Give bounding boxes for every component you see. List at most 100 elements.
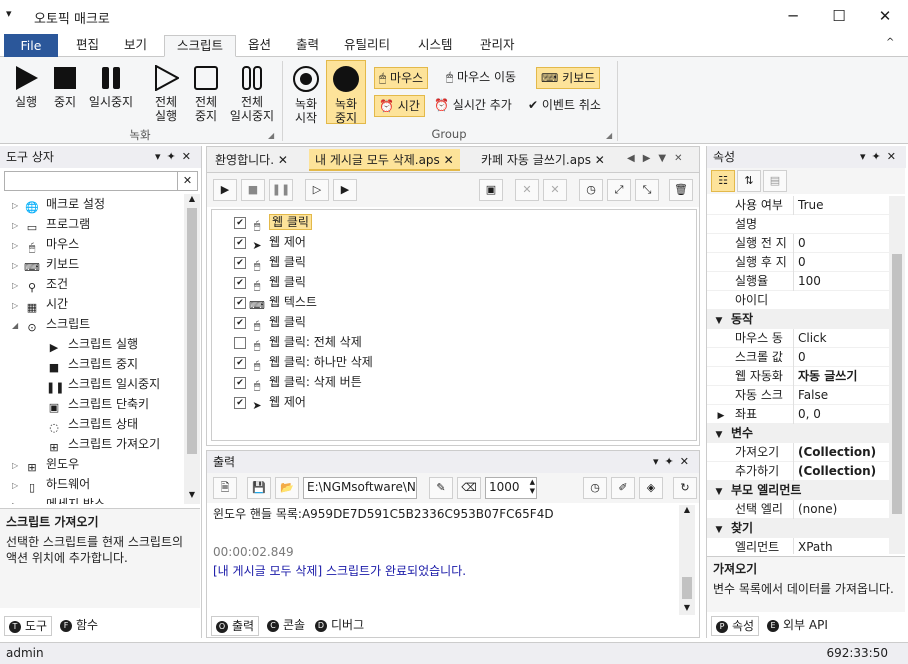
tab-output[interactable]: 출력 xyxy=(284,35,331,57)
property-value[interactable]: 100 xyxy=(793,272,821,291)
group-launcher-icon[interactable]: ◢ xyxy=(268,131,274,140)
tree-item[interactable]: ▷ 🌐 매크로 설정 xyxy=(0,194,184,214)
expand-icon[interactable]: ⤢ xyxy=(607,179,631,201)
expand-arrow-icon[interactable]: ▷ xyxy=(12,196,24,216)
property-value[interactable]: Click xyxy=(793,329,827,348)
step-checkbox[interactable] xyxy=(234,336,246,349)
expand-arrow-icon[interactable]: ▷ xyxy=(12,456,24,476)
tree-item[interactable]: ▣ 스크립트 단축키 xyxy=(0,394,184,414)
step-checkbox[interactable]: ✔ xyxy=(234,316,246,329)
property-row[interactable]: 선택 엘리 (none) xyxy=(707,500,889,519)
output-scroll-thumb[interactable] xyxy=(682,577,692,599)
property-row[interactable]: 실행율 100 xyxy=(707,272,889,291)
tree-item[interactable]: ◢ ⊙ 스크립트 xyxy=(0,314,184,334)
tree-item[interactable]: ▷ ⊞ 윈도우 xyxy=(0,454,184,474)
script-step[interactable]: ✔ 🖱 웹 클릭 xyxy=(234,212,696,232)
tree-item[interactable]: ▷ 🖱 마우스 xyxy=(0,234,184,254)
close-tab-icon[interactable]: ✕ xyxy=(444,153,454,167)
keyboard-record-toggle[interactable]: ⌨ 키보드 xyxy=(536,67,601,89)
property-row[interactable]: 실행 후 지 0 xyxy=(707,253,889,272)
panel-controls[interactable]: ▾✦✕ xyxy=(653,451,695,473)
expand-arrow-icon[interactable]: ▷ xyxy=(12,296,24,316)
tree-item[interactable]: ▷▭ 메세지 박스 xyxy=(0,494,184,504)
property-row[interactable]: 마우스 동 Click xyxy=(707,329,889,348)
pause-icon[interactable]: ❚❚ xyxy=(269,179,293,201)
property-value[interactable]: (Collection) xyxy=(793,462,876,481)
property-category[interactable]: ▼ 찾기 xyxy=(707,519,889,538)
expand-arrow-icon[interactable]: ▷ xyxy=(12,236,24,256)
close-tab-icon[interactable]: ✕ xyxy=(595,153,605,167)
ribbon-collapse-button[interactable]: ^ xyxy=(886,37,894,48)
sort-alpha-icon[interactable]: ⇅ xyxy=(737,170,761,192)
delete-all-box-icon[interactable]: ✕ xyxy=(543,179,567,201)
output-path-input[interactable]: E:\NGMsoftware\NG xyxy=(303,477,417,499)
timer-icon[interactable]: ◷ xyxy=(579,179,603,201)
expand-chevron-icon[interactable]: ▶ xyxy=(707,407,735,426)
stop-button[interactable]: 중지 xyxy=(46,65,84,109)
play-icon[interactable]: ▶ xyxy=(213,179,237,201)
tree-item[interactable]: ⊞ 스크립트 가져오기 xyxy=(0,434,184,454)
collapse-icon[interactable]: ⤡ xyxy=(635,179,659,201)
doc-tab-delete-posts[interactable]: 내 게시글 모두 삭제.aps ✕ xyxy=(309,149,460,171)
group-launcher-icon[interactable]: ◢ xyxy=(606,131,612,140)
property-value[interactable]: XPath xyxy=(793,538,833,554)
pause-button[interactable]: 일시중지 xyxy=(86,65,136,109)
tree-item[interactable]: ▷ ⚲ 조건 xyxy=(0,274,184,294)
property-value[interactable]: 0 xyxy=(793,234,806,253)
close-button[interactable]: ✕ xyxy=(862,0,908,32)
tab-utility[interactable]: 유틸리티 xyxy=(332,35,402,57)
script-step[interactable]: ✔ 🖱 웹 클릭: 삭제 버튼 xyxy=(234,372,696,392)
property-row[interactable]: 웹 자동화 자동 글쓰기 xyxy=(707,367,889,386)
tab-system[interactable]: 시스템 xyxy=(406,35,465,57)
script-step[interactable]: ✔ 🖱 웹 클릭 xyxy=(234,312,696,332)
tab-admin[interactable]: 관리자 xyxy=(468,35,527,57)
property-value[interactable]: 0 xyxy=(793,348,806,367)
property-row[interactable]: 자동 스크 False xyxy=(707,386,889,405)
property-row[interactable]: 설명 xyxy=(707,215,889,234)
tab-external-api[interactable]: E 외부 API xyxy=(763,616,832,636)
property-value[interactable]: 자동 글쓰기 xyxy=(793,367,857,386)
time-record-toggle[interactable]: ⏰ 시간 xyxy=(374,95,425,117)
property-row[interactable]: 추가하기 (Collection) xyxy=(707,462,889,481)
eraser-icon[interactable]: ⌫ xyxy=(457,477,481,499)
scroll-down-icon[interactable]: ▼ xyxy=(679,603,695,612)
stop-all-button[interactable]: 전체 중지 xyxy=(186,65,226,123)
property-row[interactable]: 실행 전 지 0 xyxy=(707,234,889,253)
tab-properties[interactable]: P 속성 xyxy=(711,616,760,636)
tab-functions[interactable]: F 함수 xyxy=(56,616,102,636)
record-start-button[interactable]: 녹화 시작 xyxy=(288,65,324,125)
step-checkbox[interactable]: ✔ xyxy=(234,296,246,309)
script-step[interactable]: 🖱 웹 클릭: 전체 삭제 xyxy=(234,332,696,352)
output-count-stepper[interactable]: 1000 ▲ ▼ xyxy=(485,477,537,499)
tab-view[interactable]: 보기 xyxy=(112,35,159,57)
image-icon[interactable]: ▣ xyxy=(479,179,503,201)
script-step[interactable]: ✔ ➤ 웹 제어 xyxy=(234,232,696,252)
collapse-arrow-icon[interactable]: ◢ xyxy=(12,316,24,336)
delete-box-icon[interactable]: ✕ xyxy=(515,179,539,201)
tree-item[interactable]: ❚❚ 스크립트 일시중지 xyxy=(0,374,184,394)
property-value[interactable]: False xyxy=(793,386,828,405)
panel-controls[interactable]: ▾✦✕ xyxy=(860,146,902,168)
expand-arrow-icon[interactable]: ▷ xyxy=(12,276,24,296)
run-all-button[interactable]: 전체 실행 xyxy=(146,65,186,123)
tree-item[interactable]: ▷ ▯ 하드웨어 xyxy=(0,474,184,494)
scroll-down-icon[interactable]: ▼ xyxy=(184,490,200,502)
script-step[interactable]: ✔ 🖱 웹 클릭 xyxy=(234,252,696,272)
stepper-arrows-icon[interactable]: ▲ ▼ xyxy=(530,478,535,496)
step-checkbox[interactable]: ✔ xyxy=(234,376,246,389)
system-menu-button[interactable]: ▾ xyxy=(6,7,12,20)
play-box-icon[interactable]: ▶ xyxy=(333,179,357,201)
toolbox-scroll-thumb[interactable] xyxy=(187,208,197,454)
script-step[interactable]: ✔ 🖱 웹 클릭 xyxy=(234,272,696,292)
property-category[interactable]: ▼ 부모 엘리먼트 xyxy=(707,481,889,500)
mouse-move-toggle[interactable]: 🖱 마우스 이동 xyxy=(442,67,520,89)
script-step[interactable]: ✔ 🖱 웹 클릭: 하나만 삭제 xyxy=(234,352,696,372)
clock-icon[interactable]: ◷ xyxy=(583,477,607,499)
doc-tab-cafe-write[interactable]: 카페 자동 글쓰기.aps ✕ xyxy=(475,149,611,171)
folder-icon[interactable]: 📂 xyxy=(275,477,299,499)
pause-all-button[interactable]: 전체 일시중지 xyxy=(226,65,278,123)
close-tab-icon[interactable]: ✕ xyxy=(278,153,288,167)
refresh-icon[interactable]: ↻ xyxy=(673,477,697,499)
script-step[interactable]: ✔ ⌨ 웹 텍스트 xyxy=(234,292,696,312)
tree-item[interactable]: ▷ ⌨ 키보드 xyxy=(0,254,184,274)
